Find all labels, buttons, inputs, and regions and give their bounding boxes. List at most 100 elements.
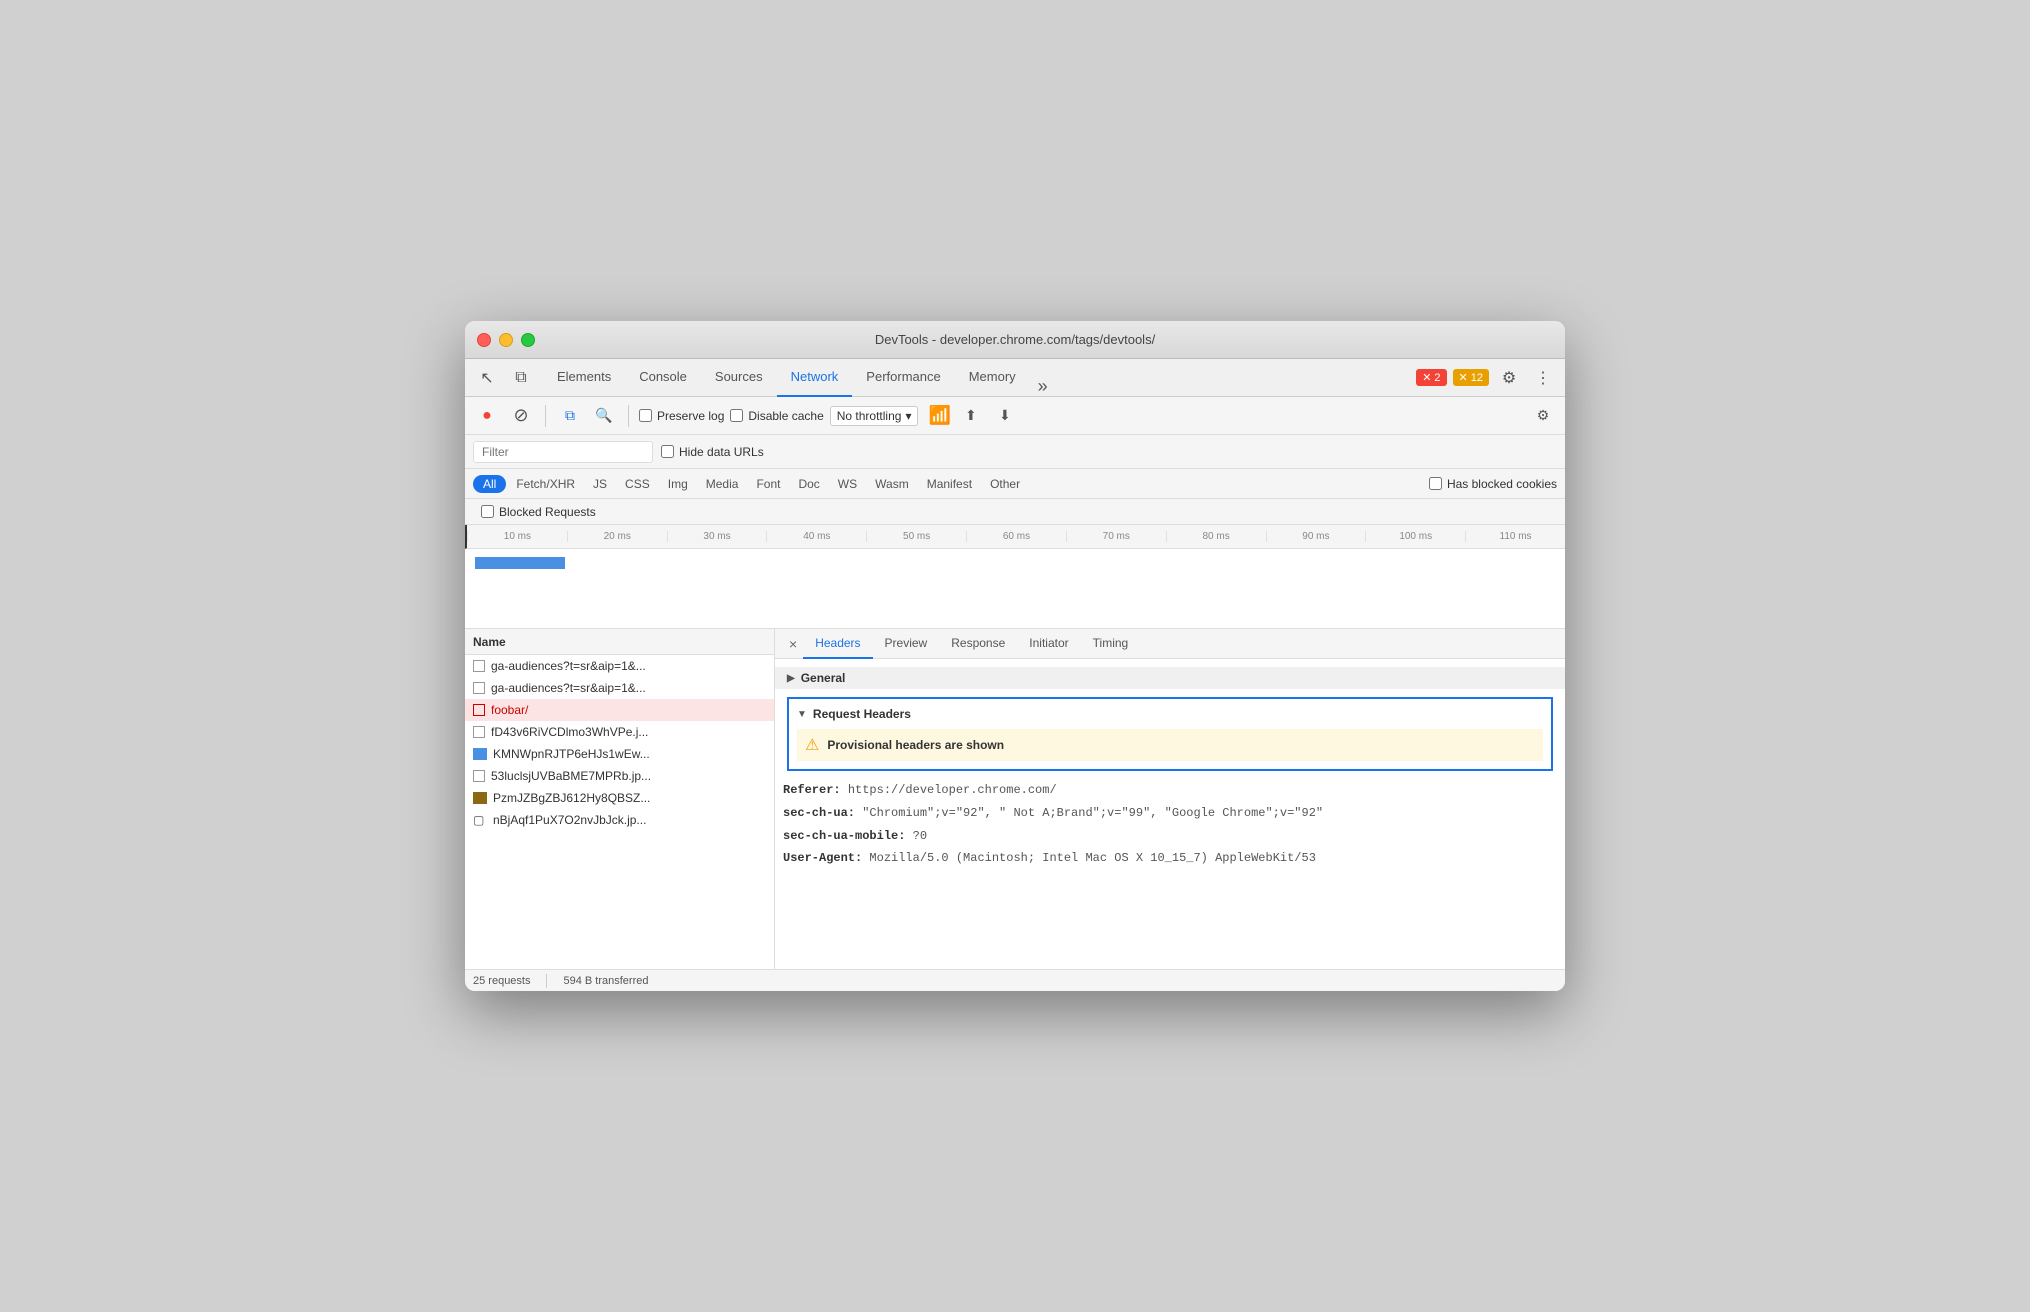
timeline-header: 10 ms 20 ms 30 ms 40 ms 50 ms 60 ms 70 m… <box>465 525 1565 549</box>
error-badge[interactable]: ✕ 2 <box>1416 369 1446 386</box>
status-divider <box>546 974 547 988</box>
filter-bar: Hide data URLs <box>465 435 1565 469</box>
filter-manifest[interactable]: Manifest <box>919 475 980 493</box>
header-row-sec-ch-ua: sec-ch-ua: "Chromium";v="92", " Not A;Br… <box>775 802 1565 825</box>
file-item-2[interactable]: foobar/ <box>465 699 774 721</box>
throttle-arrow-icon: ▾ <box>905 409 911 423</box>
general-triangle-icon: ▶ <box>787 673 795 684</box>
more-tabs-button[interactable]: » <box>1030 376 1056 397</box>
detail-tabs: × Headers Preview Response Initiator Tim… <box>775 629 1565 659</box>
file-name-2: foobar/ <box>491 703 766 717</box>
tab-performance[interactable]: Performance <box>852 359 954 397</box>
blocked-requests-bar: Blocked Requests <box>465 499 1565 525</box>
file-name-5: 53luclsjUVBaBME7MPRb.jp... <box>491 769 766 783</box>
tab-network[interactable]: Network <box>777 359 853 397</box>
detail-tab-response[interactable]: Response <box>939 629 1017 659</box>
tab-elements[interactable]: Elements <box>543 359 625 397</box>
detail-panel: × Headers Preview Response Initiator Tim… <box>775 629 1565 969</box>
header-row-sec-ch-ua-mobile: sec-ch-ua-mobile: ?0 <box>775 825 1565 848</box>
hide-data-urls-input[interactable] <box>661 445 674 458</box>
blocked-requests-input[interactable] <box>481 505 494 518</box>
warning-count: 12 <box>1471 372 1483 384</box>
filter-fetch-xhr[interactable]: Fetch/XHR <box>508 475 583 493</box>
has-blocked-cookies-input[interactable] <box>1429 477 1442 490</box>
file-name-3: fD43v6RiVCDlmo3WhVPe.j... <box>491 725 766 739</box>
filter-css[interactable]: CSS <box>617 475 658 493</box>
filter-other[interactable]: Other <box>982 475 1028 493</box>
detail-close-button[interactable]: × <box>783 636 803 652</box>
close-button[interactable] <box>477 333 491 347</box>
more-options-icon[interactable]: ⋮ <box>1529 364 1557 392</box>
disable-cache-input[interactable] <box>730 409 743 422</box>
filter-font[interactable]: Font <box>748 475 788 493</box>
file-item-7[interactable]: ▢ nBjAqf1PuX7O2nvJbJck.jp... <box>465 809 774 831</box>
tick-100ms: 100 ms <box>1365 531 1465 542</box>
titlebar: DevTools - developer.chrome.com/tags/dev… <box>465 321 1565 359</box>
filter-icon[interactable]: ⧉ <box>556 402 584 430</box>
toolbar-settings-icon[interactable]: ⚙ <box>1529 402 1557 430</box>
blocked-requests-checkbox[interactable]: Blocked Requests <box>481 505 596 519</box>
sec-ch-ua-mobile-value: ?0 <box>913 829 927 843</box>
detail-tab-headers[interactable]: Headers <box>803 629 872 659</box>
provisional-headers-warning: ⚠ Provisional headers are shown <box>797 729 1543 761</box>
upload-icon[interactable]: ⬆ <box>957 402 985 430</box>
filter-js[interactable]: JS <box>585 475 615 493</box>
file-item-4[interactable]: KMNWpnRJTP6eHJs1wEw... <box>465 743 774 765</box>
nav-icons: ↖ ⧉ <box>473 364 535 392</box>
tick-70ms: 70 ms <box>1066 531 1166 542</box>
wifi-icon[interactable]: 📶 <box>928 405 950 426</box>
filter-doc[interactable]: Doc <box>790 475 827 493</box>
devtools-tab-bar: ↖ ⧉ Elements Console Sources Network Per… <box>465 359 1565 397</box>
minimize-button[interactable] <box>499 333 513 347</box>
tick-10ms: 10 ms <box>467 531 567 542</box>
file-item-5[interactable]: 53luclsjUVBaBME7MPRb.jp... <box>465 765 774 787</box>
detail-tab-initiator[interactable]: Initiator <box>1017 629 1080 659</box>
maximize-button[interactable] <box>521 333 535 347</box>
disable-cache-checkbox[interactable]: Disable cache <box>730 409 823 423</box>
general-section-label: General <box>801 671 846 685</box>
hide-data-urls-checkbox[interactable]: Hide data URLs <box>661 445 764 459</box>
tab-memory[interactable]: Memory <box>955 359 1030 397</box>
settings-icon[interactable]: ⚙ <box>1495 364 1523 392</box>
download-icon[interactable]: ⬇ <box>991 402 1019 430</box>
disable-cache-label: Disable cache <box>748 409 823 423</box>
device-icon[interactable]: ⧉ <box>507 364 535 392</box>
tick-80ms: 80 ms <box>1166 531 1266 542</box>
sec-ch-ua-mobile-name: sec-ch-ua-mobile: <box>783 829 905 843</box>
right-icons: ✕ 2 ✕ 12 ⚙ ⋮ <box>1416 364 1557 392</box>
file-item-0[interactable]: ga-audiences?t=sr&aip=1&... <box>465 655 774 677</box>
record-button[interactable]: ● <box>473 402 501 430</box>
throttle-select[interactable]: No throttling ▾ <box>830 406 919 426</box>
tick-50ms: 50 ms <box>866 531 966 542</box>
file-list-header: Name <box>465 629 774 655</box>
name-column-label: Name <box>473 635 506 649</box>
timeline-chart <box>465 549 1565 629</box>
request-headers-triangle-icon: ▼ <box>797 709 807 720</box>
clear-button[interactable]: ⊘ <box>507 402 535 430</box>
filter-ws[interactable]: WS <box>830 475 865 493</box>
filter-all[interactable]: All <box>473 475 506 493</box>
warning-badge[interactable]: ✕ 12 <box>1453 369 1489 386</box>
preserve-log-checkbox[interactable]: Preserve log <box>639 409 724 423</box>
filter-media[interactable]: Media <box>698 475 747 493</box>
file-item-6[interactable]: PzmJZBgZBJ612Hy8QBSZ... <box>465 787 774 809</box>
toolbar-divider-2 <box>628 405 629 427</box>
has-blocked-cookies[interactable]: Has blocked cookies <box>1429 477 1557 491</box>
headers-content: ▶ General ▼ Request Headers ⚠ Provisiona… <box>775 659 1565 878</box>
filter-wasm[interactable]: Wasm <box>867 475 917 493</box>
search-icon[interactable]: 🔍 <box>590 402 618 430</box>
tab-console[interactable]: Console <box>625 359 701 397</box>
cursor-icon[interactable]: ↖ <box>473 364 501 392</box>
status-bar: 25 requests 594 B transferred <box>465 969 1565 991</box>
preserve-log-input[interactable] <box>639 409 652 422</box>
detail-tab-preview[interactable]: Preview <box>873 629 940 659</box>
filter-img[interactable]: Img <box>660 475 696 493</box>
file-dash-icon-7: ▢ <box>473 813 487 827</box>
tab-sources[interactable]: Sources <box>701 359 777 397</box>
general-section-header[interactable]: ▶ General <box>775 667 1565 689</box>
file-item-1[interactable]: ga-audiences?t=sr&aip=1&... <box>465 677 774 699</box>
detail-tab-timing[interactable]: Timing <box>1081 629 1141 659</box>
error-count: 2 <box>1434 372 1440 384</box>
filter-input[interactable] <box>473 441 653 463</box>
file-item-3[interactable]: fD43v6RiVCDlmo3WhVPe.j... <box>465 721 774 743</box>
